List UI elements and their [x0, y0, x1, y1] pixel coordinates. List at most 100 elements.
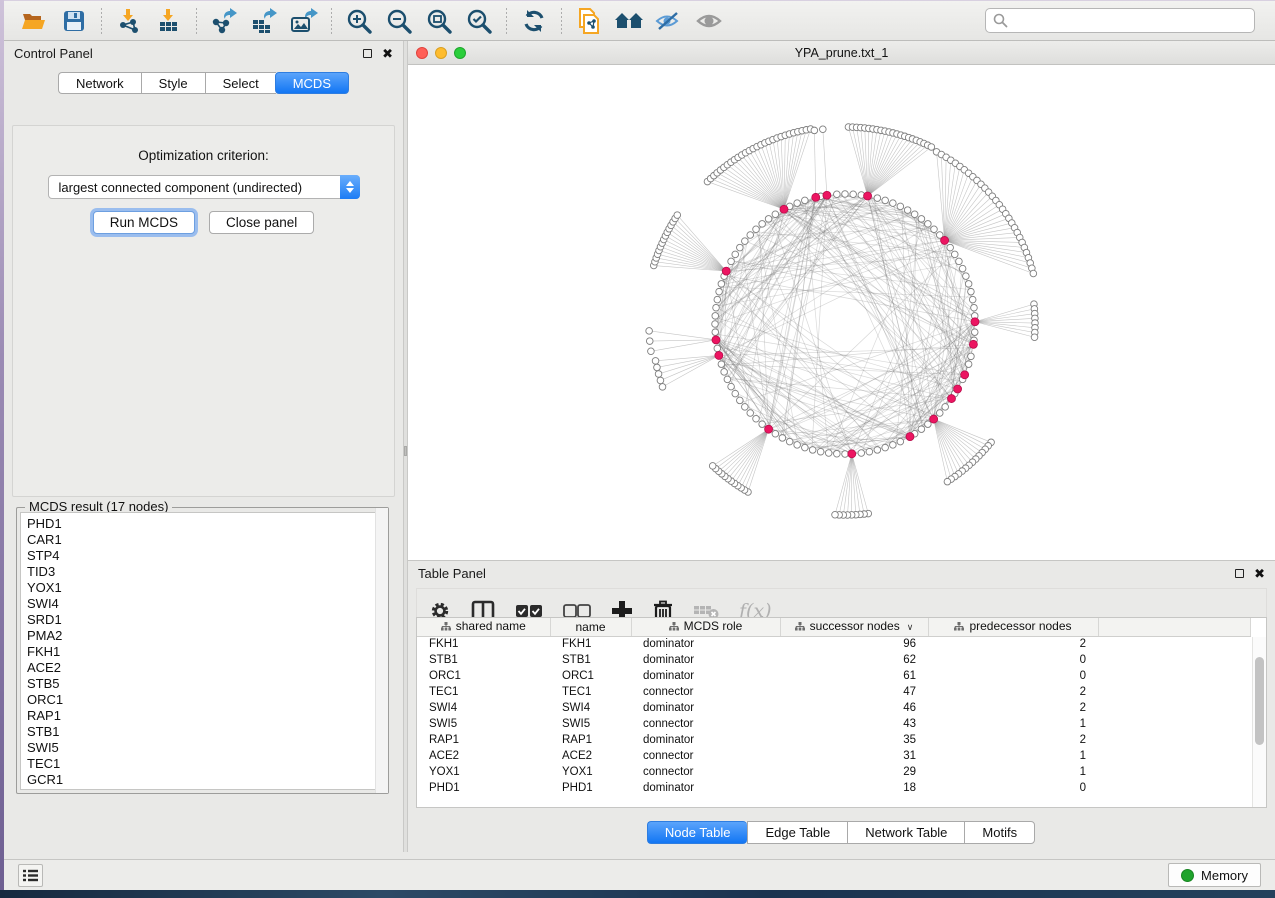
close-table-panel-icon[interactable]: ✖ [1254, 569, 1265, 578]
zoom-fit-icon[interactable] [422, 6, 456, 36]
column-header-name[interactable]: name [550, 618, 631, 636]
mcds-list-scrollbar[interactable] [375, 508, 388, 793]
table-row[interactable]: SWI4SWI4dominator462 [417, 700, 1250, 716]
sort-indicator-icon: ∨ [907, 622, 914, 632]
mcds-result-item[interactable]: GCR1 [27, 772, 384, 788]
mcds-result-item[interactable]: SWI5 [27, 740, 384, 756]
attribute-icon [669, 620, 679, 634]
table-cell: ACE2 [417, 748, 550, 764]
close-panel-button[interactable]: Close panel [209, 211, 314, 234]
status-bar: Memory [4, 859, 1275, 890]
mcds-result-item[interactable]: ACE2 [27, 660, 384, 676]
mcds-result-list[interactable]: PHD1CAR1STP4TID3YOX1SWI4SRD1PMA2FKH1ACE2… [20, 512, 385, 790]
table-row[interactable]: YOX1YOX1connector291 [417, 764, 1250, 780]
table-row[interactable]: RAP1RAP1dominator352 [417, 732, 1250, 748]
mcds-result-item[interactable]: ORC1 [27, 692, 384, 708]
export-table-icon[interactable] [247, 6, 281, 36]
table-row[interactable]: STB1STB1dominator620 [417, 652, 1250, 668]
column-header-predecessor-nodes[interactable]: predecessor nodes [928, 618, 1098, 636]
mcds-result-item[interactable]: PHD1 [27, 516, 384, 532]
tab-style[interactable]: Style [141, 72, 205, 94]
attribute-icon [441, 620, 451, 634]
tab-network[interactable]: Network [58, 72, 141, 94]
table-cell: TEC1 [550, 684, 631, 700]
mcds-result-item[interactable]: TID3 [27, 564, 384, 580]
criterion-dropdown[interactable]: largest connected component (undirected) [48, 175, 360, 199]
table-cell: connector [631, 748, 780, 764]
close-panel-icon[interactable]: ✖ [382, 49, 393, 58]
search-input[interactable] [985, 8, 1255, 33]
table-cell [1098, 636, 1250, 652]
mcds-result-item[interactable]: STB1 [27, 724, 384, 740]
mcds-result-item[interactable]: STP4 [27, 548, 384, 564]
table-cell: 96 [780, 636, 928, 652]
network-search [985, 8, 1255, 33]
table-scrollbar[interactable] [1252, 637, 1266, 807]
float-panel-icon[interactable] [363, 49, 372, 58]
run-mcds-button[interactable]: Run MCDS [93, 211, 195, 234]
column-header-shared-name[interactable]: shared name [417, 618, 550, 636]
export-network-icon[interactable] [207, 6, 241, 36]
show-all-icon[interactable] [692, 6, 726, 36]
mcds-panel: Optimization criterion: largest connecte… [12, 125, 395, 497]
hide-selected-icon[interactable] [652, 6, 686, 36]
mcds-result-item[interactable]: SRD1 [27, 612, 384, 628]
mcds-result-item[interactable]: CAR1 [27, 532, 384, 548]
import-network-icon[interactable] [112, 6, 146, 36]
toolbar-separator [506, 8, 507, 34]
import-table-icon[interactable] [152, 6, 186, 36]
mcds-result-item[interactable]: RAP1 [27, 708, 384, 724]
toolbar-separator [561, 8, 562, 34]
export-image-icon[interactable] [287, 6, 321, 36]
table-cell: TEC1 [417, 684, 550, 700]
table-cell: STB1 [550, 652, 631, 668]
tab-motifs[interactable]: Motifs [964, 821, 1035, 844]
mcds-result-item[interactable]: PMA2 [27, 628, 384, 644]
table-cell: 47 [780, 684, 928, 700]
refresh-layout-icon[interactable] [517, 6, 551, 36]
table-row[interactable]: SWI5SWI5connector431 [417, 716, 1250, 732]
save-session-icon[interactable] [57, 6, 91, 36]
table-row[interactable]: PHD1PHD1dominator180 [417, 780, 1250, 796]
mcds-result-item[interactable]: FKH1 [27, 644, 384, 660]
table-row[interactable]: ORC1ORC1dominator610 [417, 668, 1250, 684]
open-file-icon[interactable] [17, 6, 51, 36]
network-graph[interactable] [408, 65, 1275, 559]
toolbar-separator [331, 8, 332, 34]
table-cell: STB1 [417, 652, 550, 668]
tab-network-table[interactable]: Network Table [847, 821, 964, 844]
table-row[interactable]: FKH1FKH1dominator962 [417, 636, 1250, 652]
memory-button[interactable]: Memory [1168, 863, 1261, 887]
table-row[interactable]: ACE2ACE2connector311 [417, 748, 1250, 764]
zoom-out-icon[interactable] [382, 6, 416, 36]
control-panel: Control Panel ✖ NetworkStyleSelectMCDS O… [4, 41, 403, 852]
table-row[interactable]: TEC1TEC1connector472 [417, 684, 1250, 700]
network-canvas[interactable] [408, 65, 1275, 560]
float-table-panel-icon[interactable] [1235, 569, 1244, 578]
table-cell: YOX1 [417, 764, 550, 780]
table-cell: PHD1 [550, 780, 631, 796]
first-neighbors-icon[interactable] [612, 6, 646, 36]
mcds-result-item[interactable]: YOX1 [27, 580, 384, 596]
column-header-MCDS-role[interactable]: MCDS role [631, 618, 780, 636]
table-scrollbar-thumb[interactable] [1255, 657, 1264, 745]
table-cell: 2 [928, 684, 1098, 700]
column-header-filler [1098, 618, 1250, 636]
zoom-selected-icon[interactable] [462, 6, 496, 36]
toolbar-separator [196, 8, 197, 34]
mcds-result-item[interactable]: SWI4 [27, 596, 384, 612]
clone-network-icon[interactable] [572, 6, 606, 36]
zoom-in-icon[interactable] [342, 6, 376, 36]
tab-mcds[interactable]: MCDS [275, 72, 349, 94]
column-header-successor-nodes[interactable]: successor nodes∨ [780, 618, 928, 636]
mcds-result-item[interactable]: STB5 [27, 676, 384, 692]
tab-select[interactable]: Select [205, 72, 276, 94]
tab-edge-table[interactable]: Edge Table [747, 821, 847, 844]
table-cell: RAP1 [550, 732, 631, 748]
mcds-result-item[interactable]: TEC1 [27, 756, 384, 772]
task-history-button[interactable] [18, 864, 43, 887]
tab-node-table[interactable]: Node Table [647, 821, 748, 844]
table-cell: 43 [780, 716, 928, 732]
table-cell: connector [631, 716, 780, 732]
search-icon [993, 13, 1008, 31]
